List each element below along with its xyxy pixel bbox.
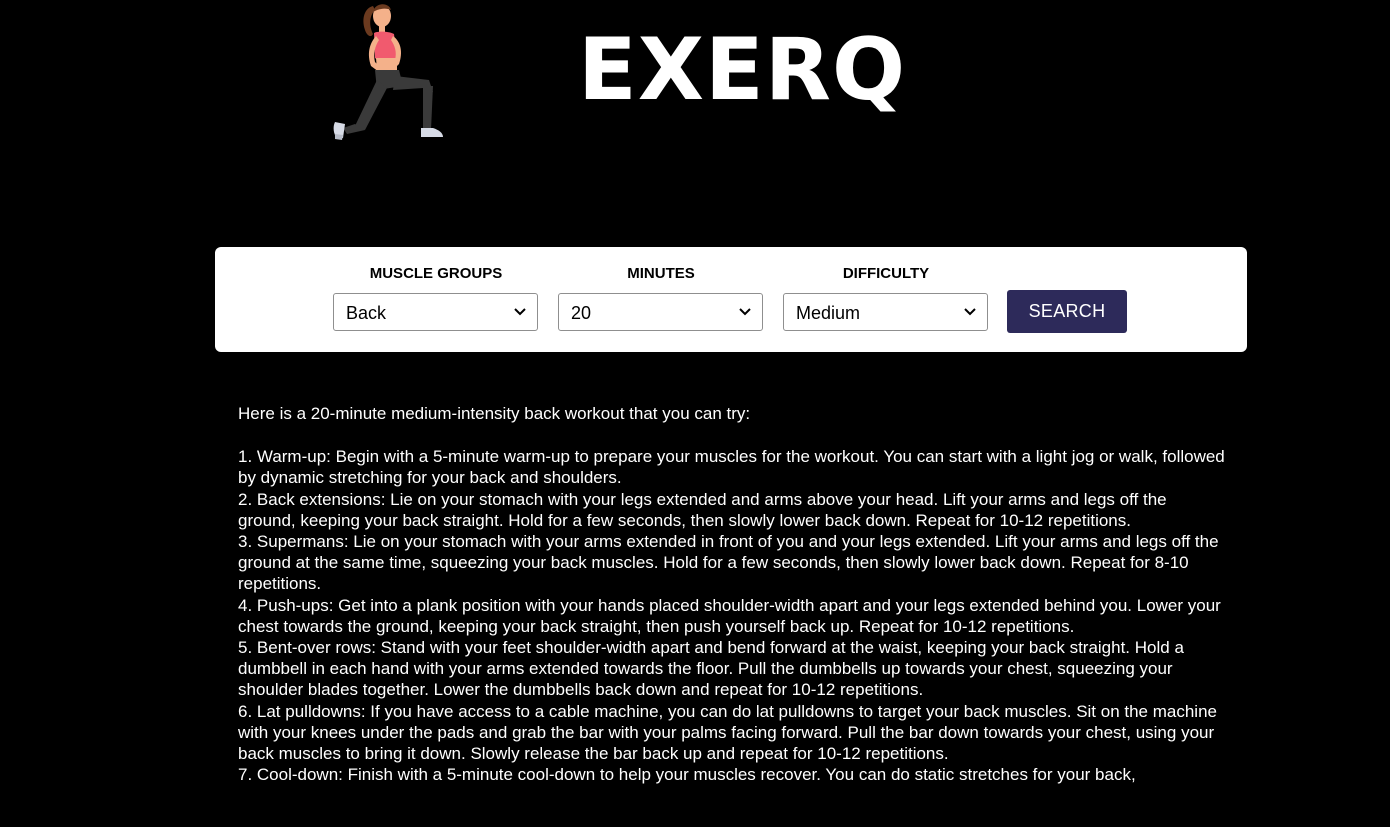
workout-step: 6. Lat pulldowns: If you have access to … — [238, 701, 1217, 764]
minutes-value: 20 — [571, 303, 592, 323]
lunge-woman-logo-icon — [333, 4, 443, 140]
workout-step: 3. Supermans: Lie on your stomach with y… — [238, 532, 1219, 594]
chevron-down-icon — [514, 308, 526, 316]
workout-step: 7. Cool-down: Finish with a 5-minute coo… — [238, 765, 1136, 785]
difficulty-label: DIFFICULTY — [842, 265, 930, 282]
minutes-label: MINUTES — [627, 265, 695, 282]
workout-step: 1. Warm-up: Begin with a 5-minute warm-u… — [238, 447, 1225, 488]
results-intro: Here is a 20-minute medium-intensity bac… — [238, 404, 751, 423]
difficulty-select[interactable]: Medium — [783, 293, 988, 331]
muscle-groups-select[interactable]: Back — [333, 293, 538, 331]
workout-step: 5. Bent-over rows: Stand with your feet … — [238, 638, 1184, 700]
workout-step: 2. Back extensions: Lie on your stomach … — [238, 489, 1167, 530]
workout-results: Here is a 20-minute medium-intensity bac… — [238, 403, 1228, 785]
page: EXERQ MUSCLE GROUPS Back MINUTES 20 DIFF… — [0, 0, 1390, 827]
muscle-groups-label: MUSCLE GROUPS — [369, 265, 503, 282]
chevron-down-icon — [964, 308, 976, 316]
brand-title: EXERQ — [578, 20, 907, 120]
workout-step: 4. Push-ups: Get into a plank position w… — [238, 595, 1221, 636]
chevron-down-icon — [739, 308, 751, 316]
minutes-select[interactable]: 20 — [558, 293, 763, 331]
muscle-groups-value: Back — [346, 303, 387, 323]
search-panel: MUSCLE GROUPS Back MINUTES 20 DIFFICULTY… — [215, 247, 1247, 352]
search-button[interactable]: SEARCH — [1007, 290, 1127, 333]
difficulty-value: Medium — [796, 303, 861, 323]
